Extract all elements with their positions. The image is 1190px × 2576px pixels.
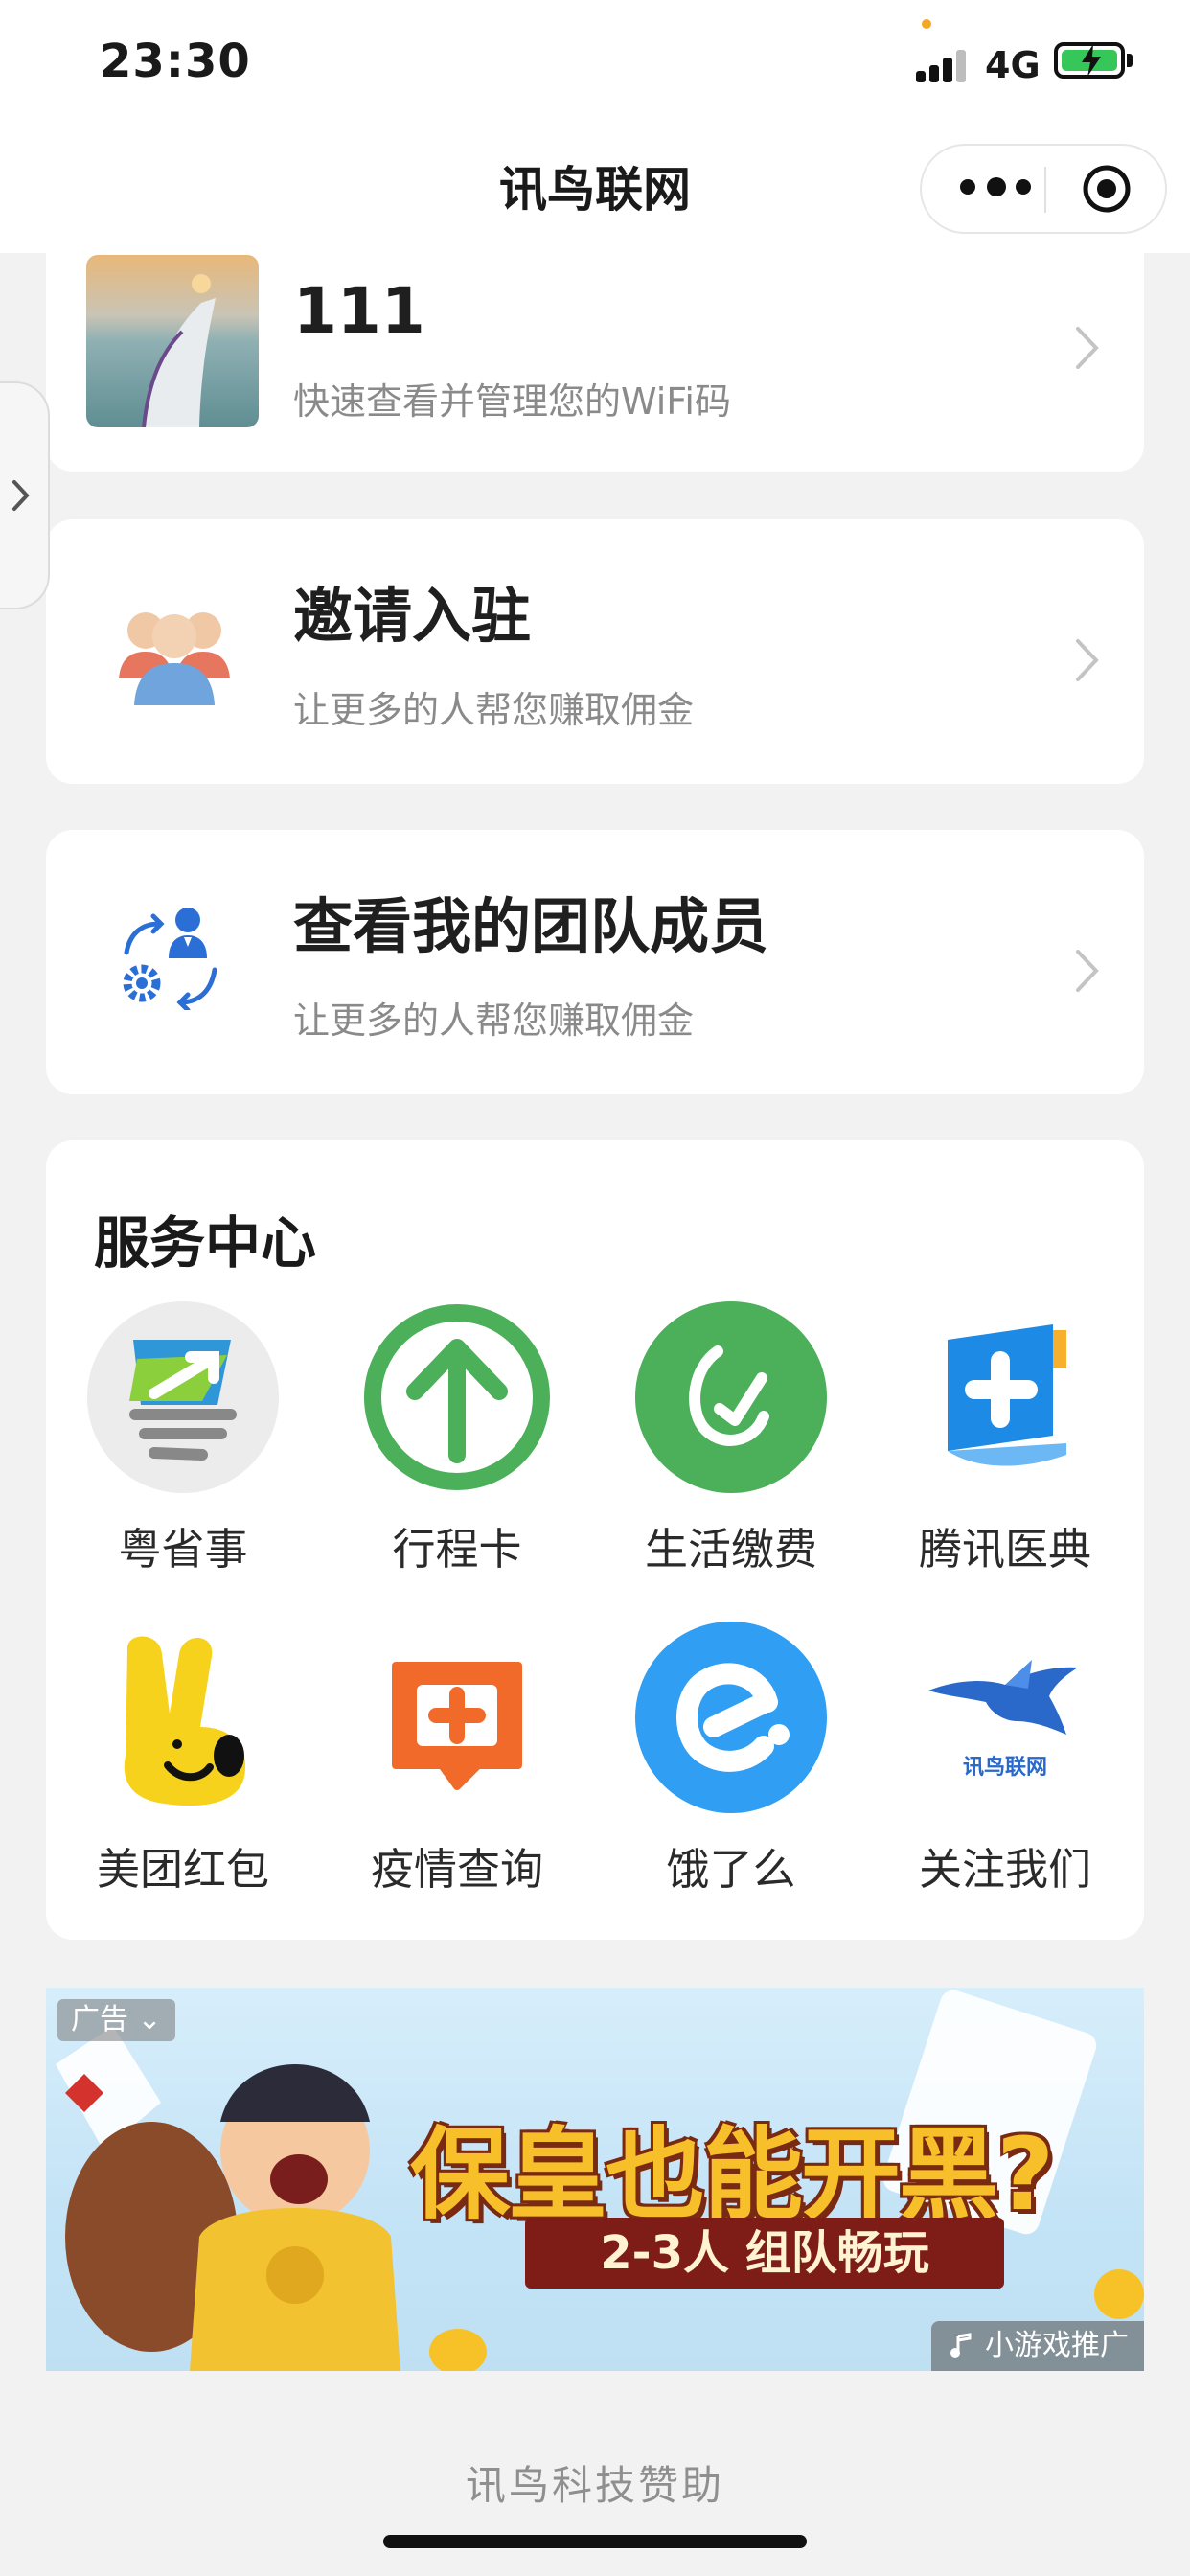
invite-title: 邀请入驻	[293, 581, 532, 651]
team-management-icon	[123, 908, 217, 1010]
eleme-icon	[635, 1622, 827, 1813]
ad-label[interactable]: 广告 ⌄	[57, 1999, 175, 2041]
side-drawer-tab[interactable]	[0, 381, 50, 610]
users-group-icon	[119, 612, 230, 705]
service-item-meituan-hongbao[interactable]: 美团红包	[46, 1622, 320, 1909]
team-subtitle: 让更多的人帮您赚取佣金	[293, 1000, 695, 1042]
service-label: 粤省事	[118, 1524, 248, 1575]
more-options-icon[interactable]	[960, 177, 1033, 200]
cellular-signal-icon	[916, 50, 970, 82]
wifi-card[interactable]: 111 快速查看并管理您的WiFi码	[46, 220, 1144, 472]
ad-corner-text: 小游戏推广	[985, 2329, 1129, 2362]
payment-check-icon	[635, 1301, 827, 1493]
service-item-itinerary-card[interactable]: 行程卡	[320, 1301, 594, 1589]
service-item-tencent-medical[interactable]: 腾讯医典	[868, 1301, 1142, 1589]
service-item-life-payment[interactable]: 生活缴费	[594, 1301, 868, 1589]
top-bar: 23:30 4G 讯鸟联网	[0, 0, 1190, 253]
arrow-up-circle-icon	[364, 1304, 550, 1490]
yueshengshi-icon	[87, 1301, 279, 1493]
status-time: 23:30	[100, 34, 251, 88]
privacy-indicator-dot	[922, 19, 931, 29]
service-item-yueshengshi[interactable]: 粤省事	[46, 1301, 320, 1589]
team-card[interactable]: 查看我的团队成员 让更多的人帮您赚取佣金	[46, 830, 1144, 1094]
service-label: 行程卡	[392, 1524, 522, 1575]
medical-book-icon	[948, 1324, 1066, 1466]
chevron-right-icon	[1076, 950, 1099, 992]
xunniao-bird-icon	[928, 1660, 1078, 1735]
service-item-epidemic-query[interactable]: 疫情查询	[320, 1622, 594, 1909]
wifi-title: 111	[293, 274, 425, 348]
service-label: 疫情查询	[370, 1844, 543, 1895]
capsule-divider	[1044, 167, 1046, 213]
chevron-right-icon	[12, 480, 30, 511]
xunniao-logo-text: 讯鸟联网	[962, 1756, 1047, 1780]
wifi-subtitle: 快速查看并管理您的WiFi码	[293, 380, 731, 423]
service-center: 服务中心 粤省事 行程卡 生活缴费 腾讯医典 美团红包 疫情查询 饿了么 讯鸟联…	[46, 1140, 1144, 1940]
service-item-follow-us[interactable]: 讯鸟联网 关注我们	[868, 1622, 1142, 1909]
invite-subtitle: 让更多的人帮您赚取佣金	[293, 689, 695, 731]
service-label: 美团红包	[96, 1844, 269, 1895]
service-label: 腾讯医典	[918, 1524, 1091, 1575]
service-label: 饿了么	[666, 1844, 796, 1895]
invite-card[interactable]: 邀请入驻 让更多的人帮您赚取佣金	[46, 519, 1144, 784]
mini-program-capsule	[920, 144, 1167, 234]
network-type: 4G	[985, 44, 1041, 86]
sponsor-footer: 讯鸟科技赞助	[465, 2462, 724, 2509]
battery-tip	[1127, 54, 1133, 67]
ad-tag-text: 广告	[71, 2003, 128, 2036]
avatar	[86, 255, 259, 427]
close-mini-program-icon[interactable]	[1082, 164, 1132, 214]
music-note-icon	[950, 2333, 972, 2358]
chevron-right-icon	[1076, 639, 1099, 681]
ad-banner[interactable]: 广告 ⌄ 保皇也能开黑? 2-3人 组队畅玩 小游戏推广	[46, 1988, 1144, 2371]
service-item-eleme[interactable]: 饿了么	[594, 1622, 868, 1909]
home-indicator[interactable]	[383, 2535, 807, 2548]
ad-corner-label: 小游戏推广	[931, 2321, 1144, 2371]
service-label: 生活缴费	[644, 1524, 817, 1575]
service-label: 关注我们	[918, 1844, 1091, 1895]
battery-icon	[1054, 42, 1125, 79]
service-center-title: 服务中心	[94, 1210, 317, 1276]
ad-ribbon: 2-3人 组队畅玩	[525, 2218, 1004, 2288]
meituan-rabbit-icon	[124, 1636, 246, 1806]
ad-headline: 保皇也能开黑?	[410, 2116, 1054, 2233]
chevron-right-icon	[1076, 327, 1099, 369]
team-title: 查看我的团队成员	[293, 891, 769, 961]
medical-chat-icon	[392, 1662, 522, 1790]
